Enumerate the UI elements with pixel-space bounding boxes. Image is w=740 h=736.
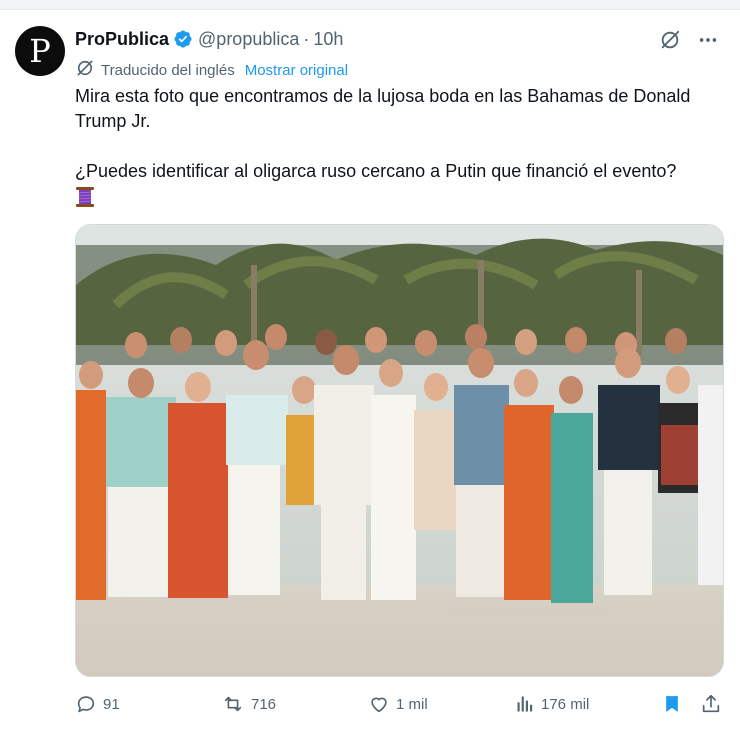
tweet-header: ProPublica @propublica · 10h bbox=[75, 28, 343, 50]
reply-count: 91 bbox=[103, 695, 120, 713]
views-button[interactable]: 176 mil bbox=[515, 690, 589, 718]
views-count: 176 mil bbox=[541, 695, 590, 713]
avatar[interactable]: P bbox=[15, 26, 65, 76]
author-name[interactable]: ProPublica bbox=[75, 29, 169, 50]
tweet-text-paragraph-2: ¿Puedes identificar al oligarca ruso cer… bbox=[75, 161, 677, 181]
avatar-letter: P bbox=[29, 32, 51, 70]
top-divider bbox=[0, 0, 740, 10]
repost-button[interactable]: 716 bbox=[221, 690, 276, 718]
repost-icon bbox=[221, 693, 245, 715]
tweet-photo[interactable] bbox=[75, 224, 724, 677]
tweet-top-actions bbox=[658, 28, 720, 52]
share-button[interactable] bbox=[700, 690, 722, 718]
heart-icon bbox=[368, 693, 390, 715]
tweet-article[interactable]: P ProPublica @propublica · 10h Traducido… bbox=[0, 10, 740, 736]
author-handle[interactable]: @propublica bbox=[198, 29, 299, 50]
reply-icon bbox=[75, 693, 97, 715]
translation-bar: Traducido del inglés Mostrar original bbox=[75, 58, 348, 82]
thread-spool-icon bbox=[75, 186, 95, 208]
separator-dot: · bbox=[303, 28, 310, 49]
translated-label: Traducido del inglés bbox=[101, 61, 235, 79]
timestamp[interactable]: 10h bbox=[313, 29, 343, 50]
show-original-link[interactable]: Mostrar original bbox=[245, 62, 348, 79]
repost-count: 716 bbox=[251, 695, 277, 713]
like-button[interactable]: 1 mil bbox=[368, 690, 428, 718]
grok-icon[interactable] bbox=[658, 28, 682, 52]
verified-badge-icon bbox=[173, 29, 193, 49]
share-icon bbox=[700, 693, 722, 715]
tweet-actions-bar: 91 716 1 mil 176 mil bbox=[75, 690, 725, 718]
tweet-text-paragraph-1: Mira esta foto que encontramos de la luj… bbox=[75, 86, 691, 131]
tweet-text: Mira esta foto que encontramos de la luj… bbox=[75, 84, 725, 215]
bookmark-button[interactable] bbox=[662, 690, 682, 718]
translate-icon bbox=[75, 58, 95, 82]
like-count: 1 mil bbox=[396, 695, 428, 713]
reply-button[interactable]: 91 bbox=[75, 690, 120, 718]
more-dots-icon[interactable] bbox=[696, 28, 720, 52]
views-chart-icon bbox=[515, 694, 535, 714]
bookmark-filled-icon bbox=[662, 693, 682, 715]
